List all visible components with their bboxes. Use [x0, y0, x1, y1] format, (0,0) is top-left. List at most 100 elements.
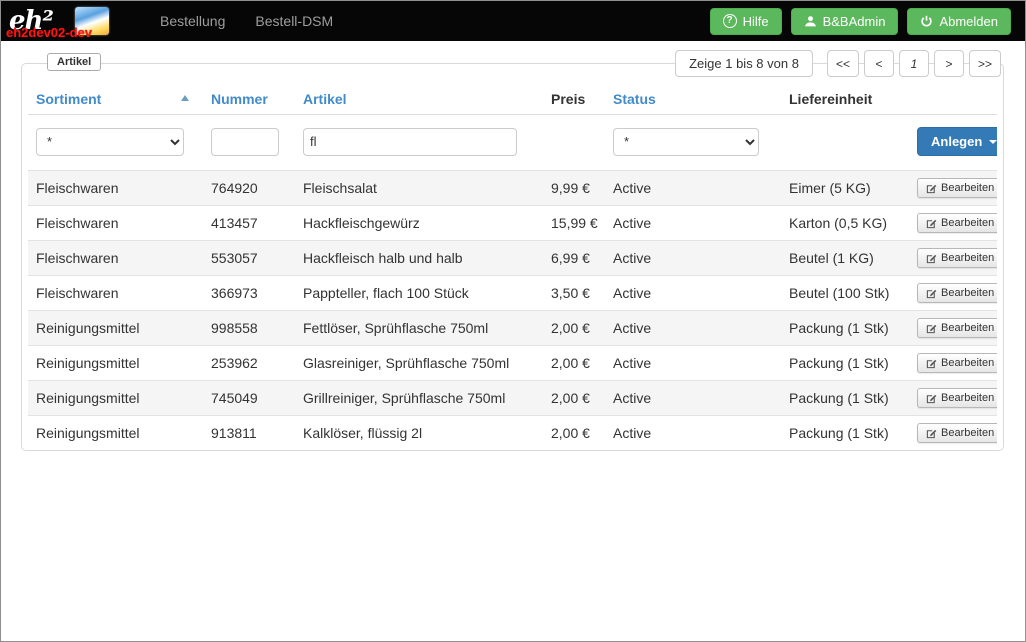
- navbar-buttons: ? Hilfe B&BAdmin Abmelden: [710, 8, 1025, 35]
- edit-icon: [926, 358, 937, 369]
- hilfe-button[interactable]: ? Hilfe: [710, 8, 782, 35]
- user-account-button[interactable]: B&BAdmin: [791, 8, 899, 35]
- pagination-last-button[interactable]: >>: [969, 50, 1001, 77]
- cell-preis: 15,99 €: [543, 206, 605, 241]
- anlegen-button-label: Anlegen: [931, 134, 982, 149]
- cell-preis: 6,99 €: [543, 241, 605, 276]
- bearbeiten-label: Bearbeiten: [941, 392, 994, 404]
- browser-window: eh² eh2dev02-dev Bestellung Bestell-DSM …: [0, 0, 1026, 642]
- bearbeiten-label: Bearbeiten: [941, 322, 994, 334]
- column-header-nummer[interactable]: Nummer: [203, 84, 295, 115]
- cell-status: Active: [605, 311, 781, 346]
- cell-sortiment: Fleischwaren: [28, 171, 203, 206]
- cell-status: Active: [605, 381, 781, 416]
- cell-preis: 9,99 €: [543, 171, 605, 206]
- edit-icon: [926, 253, 937, 264]
- nav-links: Bestellung Bestell-DSM: [145, 1, 348, 41]
- sort-ascending-icon: [181, 95, 189, 101]
- brand-logo[interactable]: eh² eh2dev02-dev: [1, 1, 131, 41]
- cell-artikel: Fleischsalat: [295, 171, 543, 206]
- column-header-liefereinheit: Liefereinheit: [781, 84, 909, 115]
- cell-nummer: 553057: [203, 241, 295, 276]
- artikel-panel: Artikel Zeige 1 bis 8 von 8 << < 1 > >> …: [21, 63, 1004, 451]
- nav-item-bestell-dsm[interactable]: Bestell-DSM: [240, 1, 348, 41]
- bearbeiten-button[interactable]: Bearbeiten: [917, 353, 997, 373]
- pagination-first-button[interactable]: <<: [827, 50, 859, 77]
- edit-icon: [926, 428, 937, 439]
- anlegen-button[interactable]: Anlegen: [917, 127, 997, 156]
- cell-sortiment: Reinigungsmittel: [28, 311, 203, 346]
- cell-artikel: Fettlöser, Sprühflasche 750ml: [295, 311, 543, 346]
- nummer-filter-input[interactable]: [211, 128, 279, 156]
- bearbeiten-label: Bearbeiten: [941, 357, 994, 369]
- liefereinheit-header-label: Liefereinheit: [789, 91, 872, 107]
- cell-sortiment: Fleischwaren: [28, 206, 203, 241]
- table-row: Reinigungsmittel 253962 Glasreiniger, Sp…: [28, 346, 997, 381]
- cell-artikel: Grillreiniger, Sprühflasche 750ml: [295, 381, 543, 416]
- column-header-artikel[interactable]: Artikel: [295, 84, 543, 115]
- bearbeiten-label: Bearbeiten: [941, 252, 994, 264]
- pagination-current-page[interactable]: 1: [899, 50, 929, 77]
- table-row: Fleischwaren 413457 Hackfleischgewürz 15…: [28, 206, 997, 241]
- table-row: Fleischwaren 764920 Fleischsalat 9,99 € …: [28, 171, 997, 206]
- bearbeiten-label: Bearbeiten: [941, 217, 994, 229]
- cell-liefereinheit: Packung (1 Stk): [781, 381, 909, 416]
- top-navbar: eh² eh2dev02-dev Bestellung Bestell-DSM …: [1, 1, 1025, 41]
- bearbeiten-button[interactable]: Bearbeiten: [917, 423, 997, 443]
- cell-status: Active: [605, 346, 781, 381]
- column-header-preis: Preis: [543, 84, 605, 115]
- edit-icon: [926, 288, 937, 299]
- cell-liefereinheit: Packung (1 Stk): [781, 311, 909, 346]
- cell-artikel: Pappteller, flach 100 Stück: [295, 276, 543, 311]
- cell-sortiment: Fleischwaren: [28, 241, 203, 276]
- cell-nummer: 913811: [203, 416, 295, 451]
- pagination-info: Zeige 1 bis 8 von 8: [675, 50, 813, 77]
- status-filter-select[interactable]: *: [613, 128, 759, 156]
- user-icon: [804, 15, 817, 28]
- panel-legend-tab[interactable]: Artikel: [47, 53, 101, 71]
- caret-down-icon: [989, 140, 997, 144]
- cell-sortiment: Fleischwaren: [28, 276, 203, 311]
- cell-preis: 2,00 €: [543, 416, 605, 451]
- column-header-status[interactable]: Status: [605, 84, 781, 115]
- pagination: Zeige 1 bis 8 von 8 << < 1 > >>: [675, 50, 1001, 77]
- pagination-prev-button[interactable]: <: [864, 50, 894, 77]
- edit-icon: [926, 218, 937, 229]
- bearbeiten-button[interactable]: Bearbeiten: [917, 213, 997, 233]
- cell-nummer: 366973: [203, 276, 295, 311]
- cell-nummer: 764920: [203, 171, 295, 206]
- bearbeiten-button[interactable]: Bearbeiten: [917, 318, 997, 338]
- user-account-label: B&BAdmin: [823, 14, 886, 29]
- nav-item-bestellung[interactable]: Bestellung: [145, 1, 240, 41]
- cell-liefereinheit: Eimer (5 KG): [781, 171, 909, 206]
- cell-artikel: Hackfleischgewürz: [295, 206, 543, 241]
- table-row: Fleischwaren 366973 Pappteller, flach 10…: [28, 276, 997, 311]
- abmelden-button-label: Abmelden: [939, 14, 998, 29]
- artikel-table: Sortiment Nummer Artikel Preis Status Li…: [28, 84, 997, 450]
- bearbeiten-button[interactable]: Bearbeiten: [917, 248, 997, 268]
- pagination-next-button[interactable]: >: [934, 50, 964, 77]
- cell-artikel: Kalklöser, flüssig 2l: [295, 416, 543, 451]
- artikel-filter-input[interactable]: [303, 128, 517, 156]
- cell-sortiment: Reinigungsmittel: [28, 416, 203, 451]
- cell-preis: 2,00 €: [543, 381, 605, 416]
- cell-artikel: Glasreiniger, Sprühflasche 750ml: [295, 346, 543, 381]
- table-row: Reinigungsmittel 913811 Kalklöser, flüss…: [28, 416, 997, 451]
- cell-status: Active: [605, 416, 781, 451]
- cell-liefereinheit: Beutel (100 Stk): [781, 276, 909, 311]
- bearbeiten-button[interactable]: Bearbeiten: [917, 178, 997, 198]
- sortiment-filter-select[interactable]: *: [36, 128, 184, 156]
- cell-status: Active: [605, 206, 781, 241]
- cell-nummer: 413457: [203, 206, 295, 241]
- column-header-sortiment[interactable]: Sortiment: [28, 84, 203, 115]
- cell-liefereinheit: Karton (0,5 KG): [781, 206, 909, 241]
- bearbeiten-button[interactable]: Bearbeiten: [917, 388, 997, 408]
- cell-nummer: 253962: [203, 346, 295, 381]
- edit-icon: [926, 183, 937, 194]
- bearbeiten-button[interactable]: Bearbeiten: [917, 283, 997, 303]
- table-header-row: Sortiment Nummer Artikel Preis Status Li…: [28, 84, 997, 115]
- table-row: Reinigungsmittel 998558 Fettlöser, Sprüh…: [28, 311, 997, 346]
- cell-liefereinheit: Packung (1 Stk): [781, 346, 909, 381]
- abmelden-button[interactable]: Abmelden: [907, 8, 1011, 35]
- cell-liefereinheit: Beutel (1 KG): [781, 241, 909, 276]
